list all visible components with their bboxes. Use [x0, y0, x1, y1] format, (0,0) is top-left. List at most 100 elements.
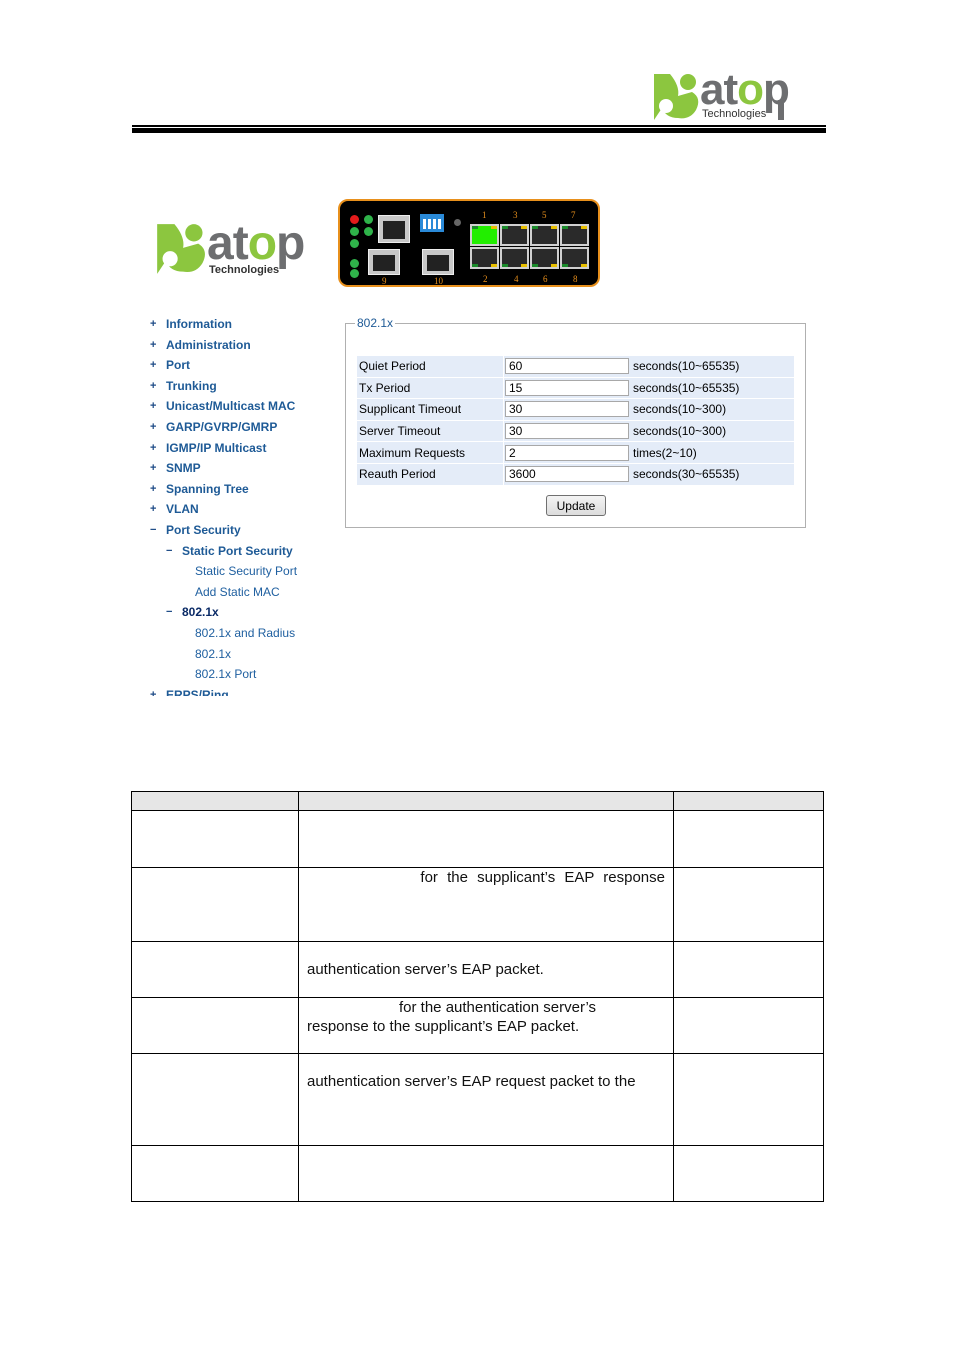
atop-logo-mark-icon [157, 224, 205, 274]
menu-item-spanning-tree[interactable]: + Spanning Tree [150, 481, 330, 502]
menu-item-igmp-ip-multicast[interactable]: + IGMP/IP Multicast [150, 440, 330, 461]
webui-logo-brand: atop [207, 217, 305, 270]
port-label-10: 10 [434, 276, 443, 286]
logo-tagline: Technologies [702, 108, 767, 120]
cell-text: for the supplicant’s EAP response [420, 869, 665, 886]
collapse-minus-icon: − [166, 606, 173, 619]
supplicant-timeout-input[interactable] [505, 401, 629, 418]
field-label: Reauth Period [357, 463, 503, 486]
update-button[interactable]: Update [546, 495, 606, 516]
tx-period-input[interactable] [505, 379, 629, 396]
maximum-requests-input[interactable] [505, 444, 629, 461]
port-4[interactable] [500, 247, 529, 269]
table-row: Tx Period seconds(10~65535) [357, 377, 794, 400]
port-5[interactable] [530, 224, 559, 246]
field-label: Maximum Requests [357, 442, 503, 464]
menu-item-802-1x-group[interactable]: −802.1x [150, 604, 330, 625]
menu-item-trunking[interactable]: + Trunking [150, 378, 330, 399]
menu-item-administration[interactable]: + Administration [150, 337, 330, 358]
field-label: Quiet Period [357, 356, 503, 378]
cell-text: authentication server’s EAP request pack… [307, 1073, 636, 1090]
port-1[interactable] [470, 224, 499, 246]
menu-item-unicast-multicast-mac[interactable]: + Unicast/Multicast MAC [150, 398, 330, 419]
collapse-minus-icon: − [150, 523, 157, 536]
menu-item-802-1x[interactable]: 802.1x [150, 646, 330, 667]
cell-text: authentication server’s EAP packet. [307, 961, 544, 978]
menu-item-static-port-security[interactable]: − Static Port Security [150, 543, 330, 564]
port-label-9: 9 [382, 276, 387, 286]
port-label-1: 1 [482, 210, 487, 220]
port-label-4: 4 [514, 274, 519, 284]
table-cell [131, 997, 299, 1054]
table-row [131, 810, 824, 868]
dip-switch-icon [420, 214, 444, 232]
table-cell: authentication server’s EAP packet. [298, 941, 674, 998]
led-green-icon [350, 259, 359, 268]
quiet-period-input[interactable] [505, 358, 629, 375]
menu-item-port-security[interactable]: − Port Security [150, 522, 330, 543]
table-row: Reauth Period seconds(30~65535) [357, 463, 794, 486]
header-cell [298, 791, 674, 811]
table-cell [298, 1145, 674, 1202]
sidebar-menu: + Information + Administration + Port + Trun… [150, 316, 330, 696]
uplink-port-9[interactable] [368, 249, 400, 275]
reauth-period-input[interactable] [505, 466, 629, 483]
expand-plus-icon: + [150, 379, 157, 392]
atop-logo-mark-icon [654, 74, 699, 120]
port-label-3: 3 [513, 210, 518, 220]
field-label: Supplicant Timeout [357, 399, 503, 421]
field-unit: seconds(10~300) [631, 399, 794, 421]
server-timeout-input[interactable] [505, 423, 629, 440]
table-cell [131, 867, 299, 942]
menu-item-add-static-mac[interactable]: Add Static MAC [150, 584, 330, 605]
expand-plus-icon: + [150, 482, 157, 495]
header-rule-thin [132, 125, 826, 127]
table-cell [131, 1053, 299, 1146]
menu-item-garp-gvrp-gmrp[interactable]: + GARP/GVRP/GMRP [150, 419, 330, 440]
port-3[interactable] [500, 224, 529, 246]
menu-item-static-security-port[interactable]: Static Security Port [150, 563, 330, 584]
table-cell [673, 810, 824, 868]
port-6[interactable] [530, 247, 559, 269]
expand-plus-icon: + [150, 318, 157, 330]
field-unit: seconds(10~300) [631, 420, 794, 443]
table-cell [131, 810, 299, 868]
expand-plus-icon: + [150, 400, 157, 413]
table-row: authentication server’s EAP request pack… [131, 1053, 824, 1146]
table-header-row [131, 791, 824, 811]
table-row: authentication server’s EAP packet. [131, 941, 824, 998]
menu-item-erps-ring[interactable]: + ERPS/Ring [150, 687, 330, 696]
description-table: for the supplicant’s EAP response authen… [131, 791, 824, 1202]
field-unit: seconds(30~65535) [631, 463, 794, 486]
menu-item-802-1x-port[interactable]: 802.1x Port [150, 666, 330, 687]
table-cell [673, 997, 824, 1054]
field-unit: seconds(10~65535) [631, 356, 794, 378]
expand-plus-icon: + [150, 441, 157, 454]
port-2[interactable] [470, 247, 499, 269]
menu-item-snmp[interactable]: + SNMP [150, 460, 330, 481]
webui-logo: atop Technologies [155, 217, 330, 278]
table-cell [673, 941, 824, 998]
table-row: Server Timeout seconds(10~300) [357, 420, 794, 443]
table-cell [673, 1053, 824, 1146]
menu-item-port[interactable]: + Port [150, 357, 330, 378]
port-7[interactable] [560, 224, 589, 246]
field-unit: seconds(10~65535) [631, 377, 794, 400]
menu-item-information[interactable]: + Information [150, 316, 330, 337]
expand-plus-icon: + [150, 688, 157, 696]
table-row [131, 1145, 824, 1202]
port-label-7: 7 [571, 210, 576, 220]
expand-plus-icon: + [150, 420, 157, 433]
header-cell [673, 791, 824, 811]
menu-item-802-1x-and-radius[interactable]: 802.1x and Radius [150, 625, 330, 646]
table-row: Supplicant Timeout seconds(10~300) [357, 399, 794, 421]
table-cell: for the authentication server’s response… [298, 997, 674, 1054]
led-green-icon [364, 227, 373, 236]
table-row: for the authentication server’s response… [131, 997, 824, 1054]
cell-text: for the authentication server’s [399, 999, 597, 1016]
port-label-5: 5 [542, 210, 547, 220]
led-green-icon [350, 227, 359, 236]
uplink-port-10[interactable] [422, 249, 454, 275]
menu-item-vlan[interactable]: + VLAN [150, 501, 330, 522]
port-8[interactable] [560, 247, 589, 269]
